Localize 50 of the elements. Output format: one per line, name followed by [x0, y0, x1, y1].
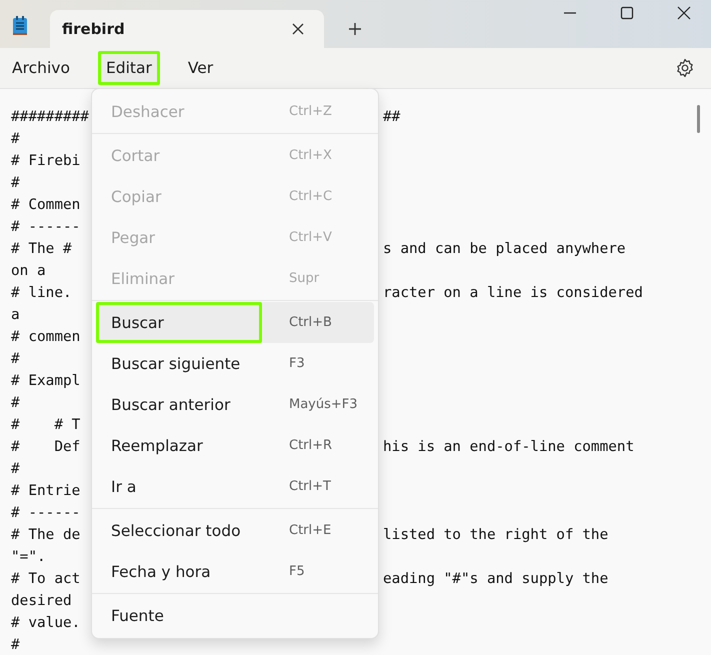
menu-item[interactable]: Buscar anterior Mayús+F3 — [96, 384, 374, 425]
code-line: ######### — [11, 108, 89, 127]
menu-item[interactable]: Fuente — [96, 595, 374, 636]
code-line: # — [11, 174, 20, 193]
code-line: # line. — [11, 284, 72, 303]
close-icon[interactable] — [292, 23, 304, 35]
code-line: # Entrie — [11, 482, 80, 501]
code-line: desired — [11, 592, 72, 611]
code-line: # To act — [11, 570, 80, 589]
code-line: his is an end-of-line comment — [383, 438, 634, 457]
code-line: listed to the right of the — [383, 526, 608, 545]
code-line: eading "#"s and supply the — [383, 570, 608, 589]
menu-item[interactable]: Ir a Ctrl+T — [96, 466, 374, 507]
menu-item[interactable]: Fecha y hora F5 — [96, 551, 374, 592]
code-line: on a — [11, 262, 46, 281]
menu-bar-item[interactable]: Archivo — [4, 51, 78, 85]
settings-icon[interactable] — [675, 58, 695, 78]
code-line: # — [11, 460, 20, 479]
code-line: # commen — [11, 328, 80, 347]
notepad-icon — [12, 16, 28, 36]
code-line: a — [11, 306, 20, 325]
menu-item[interactable]: Seleccionar todo Ctrl+E — [96, 510, 374, 551]
code-line: "=". — [11, 548, 46, 567]
code-line: # Firebi — [11, 152, 80, 171]
code-line: # — [11, 636, 20, 655]
code-line: racter on a line is considered — [383, 284, 643, 303]
scrollbar-thumb[interactable] — [697, 105, 700, 133]
code-line: # Exampl — [11, 372, 80, 391]
code-line: # — [11, 350, 20, 369]
code-line: # ------ — [11, 218, 80, 237]
code-line: # Commen — [11, 196, 80, 215]
code-line: # value. — [11, 614, 80, 633]
menu-bar-item[interactable]: Ver — [180, 51, 222, 85]
menu-item[interactable]: Buscar siguiente F3 — [96, 343, 374, 384]
code-line: # The # — [11, 240, 72, 259]
menu-item[interactable]: Reemplazar Ctrl+R — [96, 425, 374, 466]
code-line: # ------ — [11, 504, 80, 523]
menu-item[interactable]: Buscar Ctrl+B — [96, 302, 374, 343]
menu-bar-item[interactable]: Editar — [98, 51, 160, 85]
new-tab-icon[interactable] — [348, 22, 362, 36]
maximize-icon[interactable] — [620, 6, 634, 20]
code-line: # — [11, 394, 20, 413]
code-line: # # T — [11, 416, 80, 435]
code-line: # Def — [11, 438, 80, 457]
close-icon[interactable] — [677, 6, 691, 20]
code-line: # The de — [11, 526, 80, 545]
code-line: ## — [383, 108, 400, 127]
code-line: # — [11, 130, 20, 149]
code-line: s and can be placed anywhere — [383, 240, 626, 259]
document-tab[interactable]: firebird — [50, 10, 324, 48]
